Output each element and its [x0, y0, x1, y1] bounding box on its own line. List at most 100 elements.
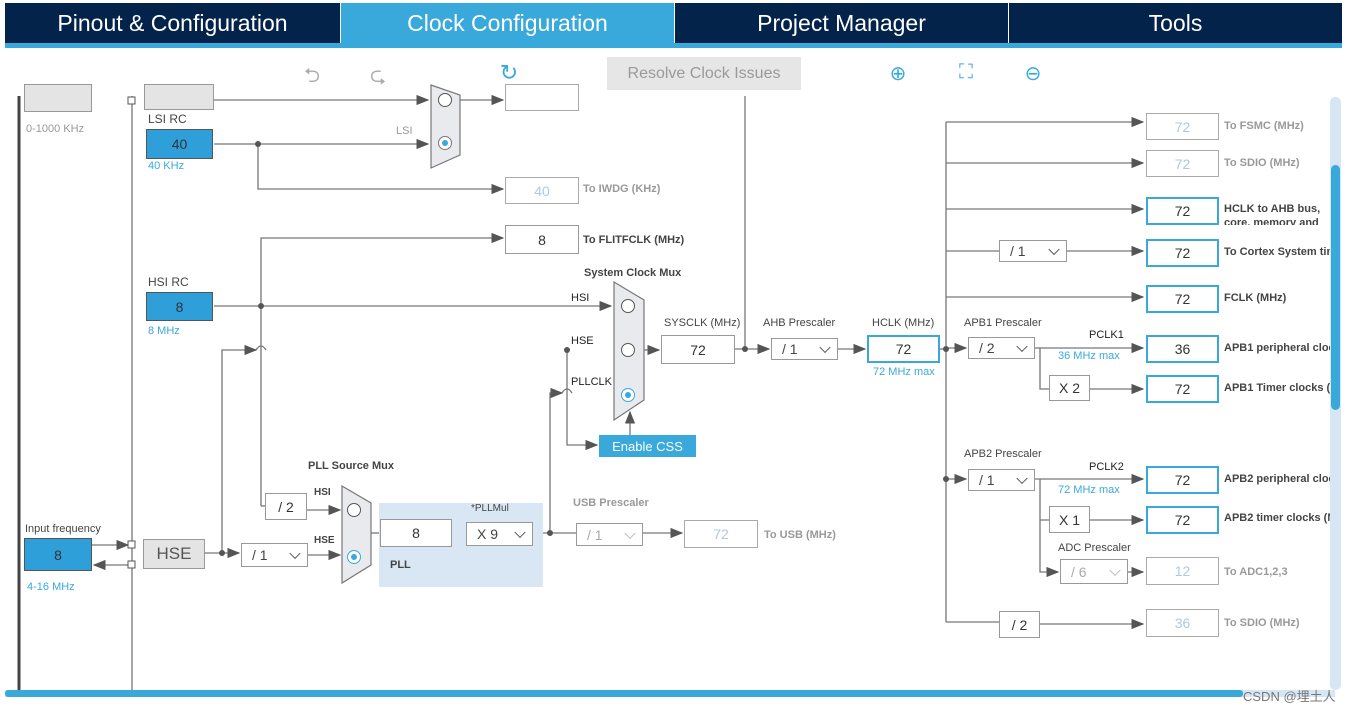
apb2-timer-label: APB2 timer clocks (MHz): [1224, 512, 1330, 524]
input-frequency-label: Input frequency: [25, 523, 101, 535]
ahb-bus-label: HCLK to AHB bus, core, memory and DMA (M…: [1224, 203, 1321, 225]
enable-css-button[interactable]: Enable CSS: [599, 435, 696, 457]
sdio-label: To SDIO (MHz): [1224, 157, 1300, 169]
pllmul-select[interactable]: X 9: [466, 522, 533, 546]
iwdg-output-box: 40: [505, 177, 579, 204]
watermark: CSDN @埋土人: [1243, 689, 1336, 704]
pll-input-box: 8: [380, 519, 452, 547]
lse-range: 0-1000 KHz: [26, 123, 85, 135]
hclk-max: 72 MHz max: [873, 366, 935, 378]
chevron-down-icon: [819, 341, 831, 354]
hsi-value-box: 8: [146, 292, 213, 321]
apb1-prescaler-value: / 2: [979, 340, 995, 356]
hse-input-frequency-field[interactable]: 8: [24, 538, 92, 571]
fclk-label: FCLK (MHz): [1224, 292, 1287, 304]
chevron-down-icon: [624, 527, 636, 539]
chevron-down-icon: [1048, 243, 1060, 256]
rtc-output-box: [505, 84, 579, 111]
sysmux-hsi-label: HSI: [571, 292, 590, 304]
apb2-peripheral-output-box[interactable]: 72: [1146, 466, 1219, 494]
chevron-down-icon: [1016, 472, 1028, 485]
system-clock-mux-label: System Clock Mux: [584, 267, 682, 279]
lse-value-box[interactable]: [24, 84, 92, 112]
horizontal-scrollbar-thumb[interactable]: [5, 690, 1243, 697]
sdio2-label: To SDIO (MHz): [1224, 617, 1300, 629]
rtc-mux-lsi-radio[interactable]: [438, 136, 452, 150]
apb1-timer-multiplier: X 2: [1049, 375, 1090, 401]
cortex-divider-value: / 1: [1010, 243, 1026, 259]
pllsrc-hsi-radio[interactable]: [347, 503, 361, 517]
adc-output-box: 12: [1146, 557, 1219, 585]
sdio2-output-box: 36: [1146, 609, 1219, 637]
cortex-divider-select[interactable]: / 1: [999, 240, 1067, 262]
sysmux-hse-radio[interactable]: [621, 343, 635, 357]
pclk2-label: PCLK2: [1089, 461, 1124, 473]
lsi-value-box: 40: [146, 129, 213, 159]
pll-source-mux: [341, 484, 372, 585]
apb1-prescaler-label: APB1 Prescaler: [964, 317, 1042, 329]
apb1-peripheral-output-box[interactable]: 36: [1146, 335, 1219, 363]
apb1-max: 36 MHz max: [1058, 350, 1120, 362]
adc-prescaler-value: / 6: [1071, 563, 1087, 580]
usb-prescaler-value: / 1: [587, 526, 603, 543]
ahb-prescaler-label: AHB Prescaler: [763, 317, 836, 329]
apb1-timer-label: APB1 Timer clocks (MHz): [1224, 382, 1330, 394]
apb2-prescaler-label: APB2 Prescaler: [964, 448, 1042, 460]
hse-prediv-value: / 1: [252, 547, 268, 563]
chevron-down-icon: [514, 526, 526, 539]
cortex-timer-output-box[interactable]: 72: [1146, 239, 1219, 267]
usb-output-label: To USB (MHz): [764, 529, 836, 541]
lsi-freq: 40 KHz: [148, 160, 185, 172]
hsi-div2-box: / 2: [265, 493, 307, 520]
rtc-mux-lse-radio[interactable]: [438, 93, 452, 107]
apb2-peripheral-label: APB2 peripheral clocks (MHz): [1224, 473, 1330, 485]
hse-box[interactable]: HSE: [143, 539, 205, 569]
sysclk-value-box[interactable]: 72: [661, 335, 735, 364]
flitfclk-label: To FLITFCLK (MHz): [583, 234, 685, 246]
apb1-peripheral-label: APB1 peripheral clocks (MHz): [1224, 342, 1330, 354]
adc-prescaler-select[interactable]: / 6: [1060, 559, 1128, 584]
apb2-prescaler-value: / 1: [979, 472, 995, 488]
ahb-prescaler-select[interactable]: / 1: [771, 338, 838, 360]
apb2-prescaler-select[interactable]: / 1: [968, 469, 1035, 491]
sdio2-divider: / 2: [999, 611, 1040, 638]
usb-prescaler-label: USB Prescaler: [573, 497, 649, 509]
fsmc-output-box: 72: [1146, 113, 1219, 140]
pll-label: PLL: [390, 559, 411, 571]
pllsrc-hse-label: HSE: [314, 535, 335, 546]
adc-label: To ADC1,2,3: [1224, 566, 1288, 578]
pll-source-mux-label: PLL Source Mux: [308, 460, 394, 472]
sysmux-pllclk-label: PLLCLK: [571, 376, 612, 388]
apb1-prescaler-select[interactable]: / 2: [968, 337, 1035, 359]
sysmux-pllclk-radio[interactable]: [621, 388, 635, 402]
adc-prescaler-label: ADC Prescaler: [1058, 542, 1131, 554]
apb2-timer-output-box[interactable]: 72: [1146, 506, 1219, 534]
pllsrc-hse-radio[interactable]: [347, 550, 361, 564]
fsmc-label: To FSMC (MHz): [1224, 120, 1304, 132]
vertical-scrollbar-thumb[interactable]: [1331, 165, 1340, 410]
ahb-bus-output-box[interactable]: 72: [1146, 197, 1219, 225]
usb-prescaler-select[interactable]: / 1: [576, 523, 643, 546]
fclk-output-box[interactable]: 72: [1146, 285, 1219, 313]
cortex-timer-label: To Cortex System timer (MHz): [1224, 246, 1330, 258]
hclk-label: HCLK (MHz): [872, 317, 935, 329]
hse-range: 4-16 MHz: [27, 581, 75, 593]
apb2-timer-multiplier: X 1: [1049, 506, 1090, 533]
hsi-label: HSI RC: [148, 275, 189, 289]
apb2-max: 72 MHz max: [1058, 484, 1120, 496]
lse-box[interactable]: [144, 84, 214, 110]
hsi-freq: 8 MHz: [148, 325, 180, 337]
lsi-label: LSI RC: [148, 112, 187, 126]
chevron-down-icon: [1016, 340, 1028, 353]
flitfclk-output-box: 8: [505, 225, 579, 254]
sysmux-hsi-radio[interactable]: [621, 299, 635, 313]
apb1-timer-output-box[interactable]: 72: [1146, 375, 1219, 403]
hse-prediv-select[interactable]: / 1: [241, 543, 308, 567]
pllmul-value: X 9: [477, 526, 499, 542]
pllsrc-hsi-label: HSI: [314, 487, 331, 498]
usb-output-box: 72: [684, 520, 758, 548]
hclk-value-box[interactable]: 72: [867, 335, 940, 363]
iwdg-label: To IWDG (KHz): [583, 183, 661, 195]
lsi-wire-label: LSI: [396, 125, 413, 137]
sysmux-hse-label: HSE: [571, 335, 594, 347]
